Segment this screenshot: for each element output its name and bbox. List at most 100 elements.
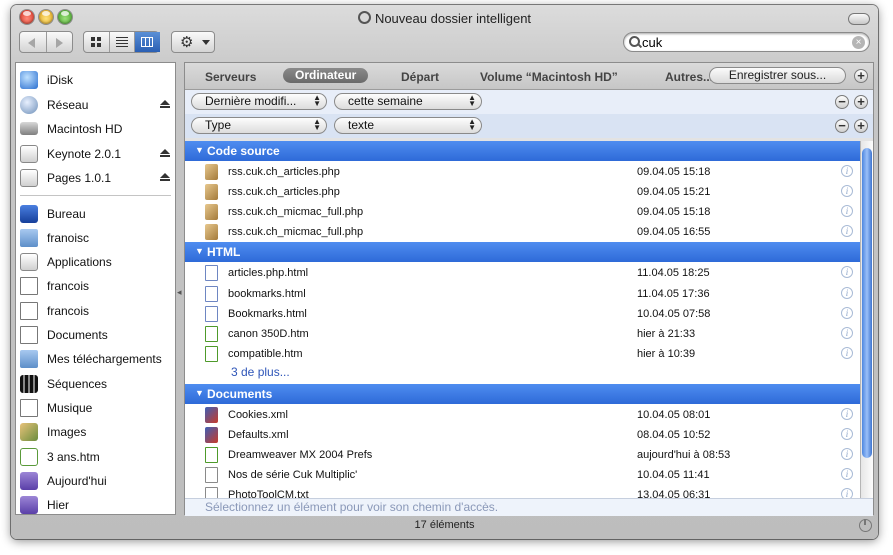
save-as-button[interactable]: Enregistrer sous... (709, 67, 846, 84)
result-row[interactable]: rss.cuk.ch_micmac_full.php 09.04.05 15:18… (185, 202, 860, 222)
eject-icon[interactable] (160, 99, 170, 108)
info-icon[interactable]: i (841, 306, 853, 319)
info-icon[interactable]: i (841, 165, 853, 177)
toolbar-toggle-button[interactable] (848, 13, 870, 25)
forward-arrow-icon[interactable] (56, 38, 63, 48)
info-icon[interactable]: i (841, 266, 853, 279)
sidebar-item-label: Bureau (47, 206, 86, 221)
group-header[interactable]: ▼ HTML (185, 242, 860, 263)
icon-view-button[interactable] (84, 32, 109, 52)
eject-icon[interactable] (160, 148, 170, 157)
info-icon[interactable]: i (841, 225, 853, 238)
search-field[interactable]: × (623, 32, 870, 52)
result-row[interactable]: rss.cuk.ch_articles.php 09.04.05 15:18 i (185, 162, 860, 182)
result-row[interactable]: rss.cuk.ch_micmac_full.php 09.04.05 16:55… (185, 222, 860, 242)
scope-others[interactable]: Autres... (665, 70, 713, 84)
remove-criteria-button[interactable]: − (835, 95, 849, 109)
result-row[interactable]: Bookmarks.html 10.04.05 07:58 i (185, 304, 860, 324)
info-icon[interactable]: i (841, 428, 853, 440)
sidebar-item[interactable]: iDisk (16, 69, 175, 91)
list-view-button[interactable] (109, 32, 135, 52)
sidebar-item[interactable]: franoisc (16, 227, 175, 249)
scope-home[interactable]: Départ (401, 70, 439, 84)
info-icon[interactable]: i (841, 407, 853, 420)
search-results-pane: Serveurs Ordinateur Départ Volume “Macin… (184, 62, 874, 516)
info-icon[interactable]: i (841, 286, 853, 299)
sidebar-item-label: 3 ans.htm (47, 449, 100, 464)
scrollbar-thumb[interactable] (862, 148, 872, 458)
column-view-button[interactable] (134, 32, 160, 52)
sidebar-item[interactable]: 3 ans.htm (16, 446, 175, 468)
show-more-link[interactable]: 3 de plus... (231, 365, 290, 379)
info-icon[interactable]: i (841, 346, 853, 359)
criteria-value-popup[interactable]: texte ▲ ▼ (334, 117, 482, 134)
criteria-value-popup[interactable]: cette semaine ▲ ▼ (334, 93, 482, 110)
sidebar-item[interactable]: Réseau (16, 94, 175, 116)
sidebar-item[interactable]: Applications (16, 251, 175, 273)
remove-criteria-button[interactable]: − (835, 119, 849, 133)
add-criteria-button[interactable]: + (854, 119, 868, 133)
xml-file-icon (205, 427, 218, 443)
action-menu-button[interactable]: ⚙ (171, 31, 215, 53)
scope-computer[interactable]: Ordinateur (283, 68, 369, 83)
result-row[interactable]: Defaults.xml 08.04.05 10:52 i (185, 425, 860, 445)
group-header[interactable]: ▼ Code source (185, 141, 860, 161)
sidebar-item[interactable]: Aujourd'hui (16, 470, 175, 492)
result-row[interactable]: Cookies.xml 10.04.05 08:01 i (185, 405, 860, 425)
result-row[interactable]: canon 350D.htm hier à 21:33 i (185, 324, 860, 344)
result-row[interactable]: rss.cuk.ch_articles.php 09.04.05 15:21 i (185, 182, 860, 202)
sidebar-item[interactable]: Macintosh HD (16, 118, 175, 140)
result-row[interactable]: PhotoToolCM.txt 13.04.05 06:31 i (185, 485, 860, 498)
file-name: articles.php.html (228, 267, 309, 280)
result-row[interactable]: Dreamweaver MX 2004 Prefs aujourd'hui à 0… (185, 445, 860, 465)
clear-search-icon[interactable]: × (852, 36, 865, 49)
criteria-field-popup[interactable]: Type ▲ ▼ (191, 117, 327, 134)
splitter-handle[interactable]: ◂ (177, 287, 182, 298)
idisk-icon (20, 71, 38, 89)
info-icon[interactable]: i (841, 326, 853, 339)
sidebar-item[interactable]: Mes téléchargements (16, 348, 175, 370)
scope-macintosh-hd[interactable]: Volume “Macintosh HD” (480, 70, 618, 84)
result-row[interactable]: bookmarks.html 11.04.05 17:36 i (185, 284, 860, 304)
sidebar-item[interactable]: Keynote 2.0.1 (16, 143, 175, 165)
info-icon[interactable]: i (841, 468, 853, 481)
criteria-value-label: cette semaine (348, 94, 423, 108)
sidebar-item[interactable]: Musique (16, 397, 175, 419)
info-icon[interactable]: i (841, 448, 853, 461)
criteria-field-label: Dernière modifi... (205, 94, 297, 108)
result-row[interactable]: compatible.htm hier à 10:39 i (185, 344, 860, 364)
result-row[interactable]: articles.php.html 11.04.05 18:25 i (185, 263, 860, 283)
disclosure-triangle-icon[interactable]: ▼ (195, 145, 204, 155)
popup-arrows-icon: ▲ ▼ (468, 93, 476, 108)
sidebar-item[interactable]: francois (16, 275, 175, 297)
back-arrow-icon[interactable] (28, 38, 35, 48)
eject-icon[interactable] (160, 173, 170, 181)
info-icon[interactable]: i (841, 185, 853, 198)
info-icon[interactable]: i (841, 205, 853, 218)
pictures-icon (20, 423, 38, 442)
add-scope-button[interactable]: + (854, 69, 868, 83)
html-file-icon (20, 447, 38, 466)
sidebar-item[interactable]: Hier (16, 494, 175, 516)
sidebar-item[interactable]: Images (16, 421, 175, 443)
disclosure-triangle-icon[interactable]: ▼ (195, 388, 204, 398)
sidebar-item[interactable]: francois (16, 300, 175, 322)
music-icon (20, 398, 38, 417)
network-globe-icon (20, 95, 38, 114)
group-header[interactable]: ▼ Documents (185, 383, 860, 404)
sidebar-item[interactable]: Bureau (16, 203, 175, 225)
search-input[interactable] (642, 34, 842, 50)
sidebar-item[interactable]: Séquences (16, 373, 175, 395)
info-icon[interactable]: i (841, 488, 853, 498)
sidebar-item[interactable]: Documents (16, 324, 175, 346)
disclosure-triangle-icon[interactable]: ▼ (195, 246, 204, 256)
criteria-field-label: Type (205, 118, 232, 132)
scope-servers[interactable]: Serveurs (205, 70, 256, 84)
criteria-field-popup[interactable]: Dernière modifi... ▲ ▼ (191, 93, 327, 110)
file-name: Defaults.xml (228, 429, 289, 441)
sidebar-item[interactable]: Pages 1.0.1 (16, 167, 175, 189)
results-scrollbar[interactable] (860, 141, 873, 498)
file-name: Bookmarks.html (228, 307, 307, 320)
result-row[interactable]: Nos de série Cuk Multiplic' 10.04.05 11:4… (185, 465, 860, 485)
add-criteria-button[interactable]: + (854, 95, 868, 109)
